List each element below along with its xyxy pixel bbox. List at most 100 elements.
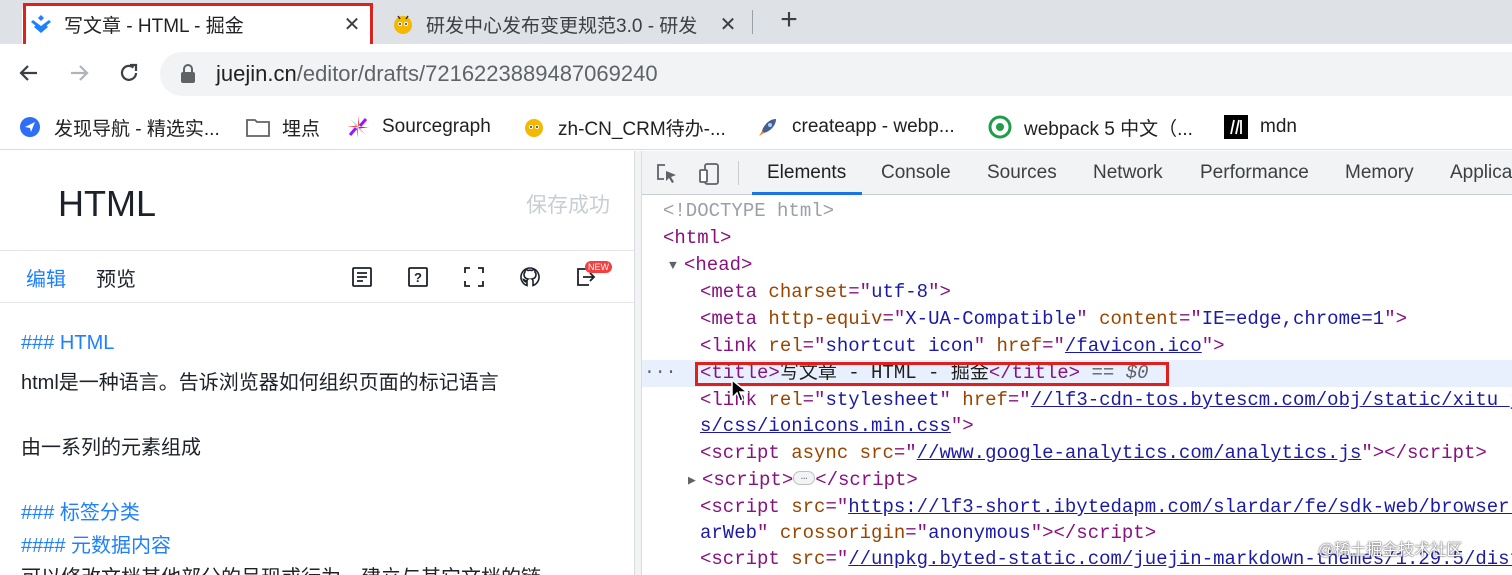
markdown-line[interactable]: ### HTML xyxy=(21,332,114,355)
bookmarks-bar: 发现导航 - 精选实... 埋点 Sourcegraph zh-CN_CRM待办… xyxy=(0,104,1512,150)
attr-name: rel xyxy=(768,335,803,357)
dom-node-continued[interactable]: s/css/ionicons.min.css"> xyxy=(642,413,1512,440)
pane-splitter[interactable] xyxy=(634,151,642,575)
github-icon[interactable] xyxy=(518,265,542,289)
attr-name: charset xyxy=(768,281,849,303)
dom-node[interactable]: <html> xyxy=(642,225,1512,252)
reload-icon[interactable] xyxy=(114,58,144,88)
mouse-cursor-icon xyxy=(730,378,750,404)
article-title-input[interactable]: HTML xyxy=(58,183,156,225)
dom-tree: <!DOCTYPE html> <html> ▼ <head> <meta ch… xyxy=(642,195,1512,575)
head-tag: <head> xyxy=(684,254,753,276)
dom-node-selected[interactable]: ··· <title>写文章 - HTML - 掘金</title> == $0 xyxy=(642,360,1512,387)
attr-value: IE=edge,chrome=1 xyxy=(1201,308,1385,330)
bookmark-item[interactable]: webpack 5 中文（... xyxy=(988,112,1193,142)
markdown-line[interactable]: #### 元数据内容 xyxy=(21,529,171,558)
divider xyxy=(0,302,634,303)
markdown-line[interactable]: 由一系列的元素组成 xyxy=(21,431,201,460)
browser-tab-active[interactable]: 写文章 - HTML - 掘金 ✕ xyxy=(22,4,374,44)
help-icon[interactable]: ? xyxy=(406,265,430,289)
expand-triangle-icon[interactable]: ▼ xyxy=(669,252,677,279)
bookmark-item[interactable]: 发现导航 - 精选实... xyxy=(18,112,220,142)
attr-name: src xyxy=(791,496,826,518)
inspect-element-icon[interactable] xyxy=(654,161,680,187)
browser-tab-strip: 写文章 - HTML - 掘金 ✕ 研发中心发布变更规范3.0 - 研发 ✕ + xyxy=(0,0,1512,44)
attr-link[interactable]: //lf3-cdn-tos.bytescm.com/obj/static/xit… xyxy=(1031,389,1512,411)
rocket-icon xyxy=(756,115,780,139)
dom-node[interactable]: <script src="https://lf3-short.ibytedapm… xyxy=(642,494,1512,521)
new-badge: NEW xyxy=(585,261,612,273)
dom-node[interactable]: <link rel="stylesheet" href="//lf3-cdn-t… xyxy=(642,387,1512,414)
markdown-line[interactable]: ### 标签分类 xyxy=(21,496,140,525)
watermark: @稀土掘金技术社区 xyxy=(1318,542,1463,559)
dom-node[interactable]: ▼ <head> xyxy=(642,252,1512,279)
collapsed-content[interactable]: … xyxy=(793,470,816,485)
bookmark-label: createapp - webp... xyxy=(792,116,955,137)
markdown-editor-pane: HTML 保存成功 编辑 预览 ? NEW ### HTML html是一种语言… xyxy=(0,151,634,575)
tab-console[interactable]: Console xyxy=(881,162,951,184)
bookmark-item[interactable]: Sourcegraph xyxy=(346,112,491,142)
tab-application[interactable]: Applica xyxy=(1450,162,1512,184)
bookmark-label: 发现导航 - 精选实... xyxy=(54,118,220,140)
bookmark-item[interactable]: mdn xyxy=(1224,112,1297,142)
bookmark-item[interactable]: createapp - webp... xyxy=(756,112,955,142)
browser-tab-inactive[interactable]: 研发中心发布变更规范3.0 - 研发 ✕ xyxy=(384,4,750,44)
tab-sources[interactable]: Sources xyxy=(987,162,1057,184)
bookmark-item[interactable]: zh-CN_CRM待办-... xyxy=(522,112,726,142)
address-bar[interactable]: juejin.cn/editor/drafts/7216223889487069… xyxy=(160,52,1512,96)
tab-performance[interactable]: Performance xyxy=(1200,162,1309,184)
tab-edit[interactable]: 编辑 xyxy=(26,263,66,292)
node-options-icon[interactable]: ··· xyxy=(644,360,676,387)
forward-arrow-icon[interactable] xyxy=(64,58,94,88)
bee-mascot-icon xyxy=(390,11,416,37)
bookmark-label: Sourcegraph xyxy=(382,116,491,137)
svg-text:?: ? xyxy=(414,270,422,285)
tab-memory[interactable]: Memory xyxy=(1345,162,1414,184)
fullscreen-icon[interactable] xyxy=(462,265,486,289)
attr-name: content xyxy=(1099,308,1179,330)
bookmark-label: mdn xyxy=(1260,116,1297,137)
dom-node[interactable]: <meta charset="utf-8"> xyxy=(642,279,1512,306)
dom-node[interactable]: ▶ <script>… </script> xyxy=(642,467,1512,494)
attr-link[interactable]: s/css/ionicons.min.css xyxy=(700,415,951,437)
attr-link[interactable]: //www.google-analytics.com/analytics.js xyxy=(917,442,1362,464)
new-tab-button[interactable]: + xyxy=(774,5,804,36)
toc-icon[interactable] xyxy=(350,265,374,289)
folder-icon xyxy=(246,115,270,139)
bookmark-item[interactable]: 埋点 xyxy=(246,112,320,142)
tab-close-icon[interactable]: ✕ xyxy=(714,10,742,38)
dom-node[interactable]: <link rel="shortcut icon" href="/favicon… xyxy=(642,333,1512,360)
attr-value: arWeb xyxy=(700,522,758,544)
lock-icon xyxy=(180,64,196,89)
juejin-logo-icon xyxy=(28,11,54,37)
dom-node[interactable]: <script async src="//www.google-analytic… xyxy=(642,440,1512,467)
dom-node[interactable]: <!DOCTYPE html> xyxy=(642,198,1512,225)
device-toolbar-icon[interactable] xyxy=(696,161,722,187)
dom-node[interactable]: <meta http-equiv="X-UA-Compatible" conte… xyxy=(642,306,1512,333)
doctype: <!DOCTYPE html> xyxy=(663,200,835,222)
attr-name: crossorigin xyxy=(779,522,906,544)
navigation-arrow-icon xyxy=(18,115,42,139)
tab-elements[interactable]: Elements xyxy=(767,162,846,184)
back-arrow-icon[interactable] xyxy=(14,58,44,88)
attr-name: src xyxy=(859,442,894,464)
save-status: 保存成功 xyxy=(526,194,610,217)
attr-link[interactable]: https://lf3-short.ibytedapm.com/slardar/… xyxy=(848,496,1512,518)
bookmark-label: zh-CN_CRM待办-... xyxy=(558,118,726,140)
markdown-line[interactable]: 可以修改文档其他部分的呈现或行为，建立与其它文档的链 xyxy=(21,561,541,575)
devtools-toolbar: Elements Console Sources Network Perform… xyxy=(642,151,1512,195)
bookmark-label: 埋点 xyxy=(282,118,321,140)
selected-marker: == $0 xyxy=(1091,362,1149,384)
tab-network[interactable]: Network xyxy=(1093,162,1163,184)
expand-triangle-icon[interactable]: ▶ xyxy=(688,467,696,494)
markdown-line[interactable]: html是一种语言。告诉浏览器如何组织页面的标记语言 xyxy=(21,366,499,395)
attr-name: rel xyxy=(768,389,803,411)
url-text: juejin.cn/editor/drafts/7216223889487069… xyxy=(216,61,658,87)
tab-title: 研发中心发布变更规范3.0 - 研发 xyxy=(426,15,698,37)
title-text: 写文章 - HTML - 掘金 xyxy=(779,362,989,384)
attr-link[interactable]: /favicon.ico xyxy=(1065,335,1202,357)
tab-preview[interactable]: 预览 xyxy=(96,263,136,292)
divider xyxy=(0,250,634,251)
tab-close-icon[interactable]: ✕ xyxy=(338,10,366,38)
attr-value: anonymous xyxy=(928,522,1031,544)
